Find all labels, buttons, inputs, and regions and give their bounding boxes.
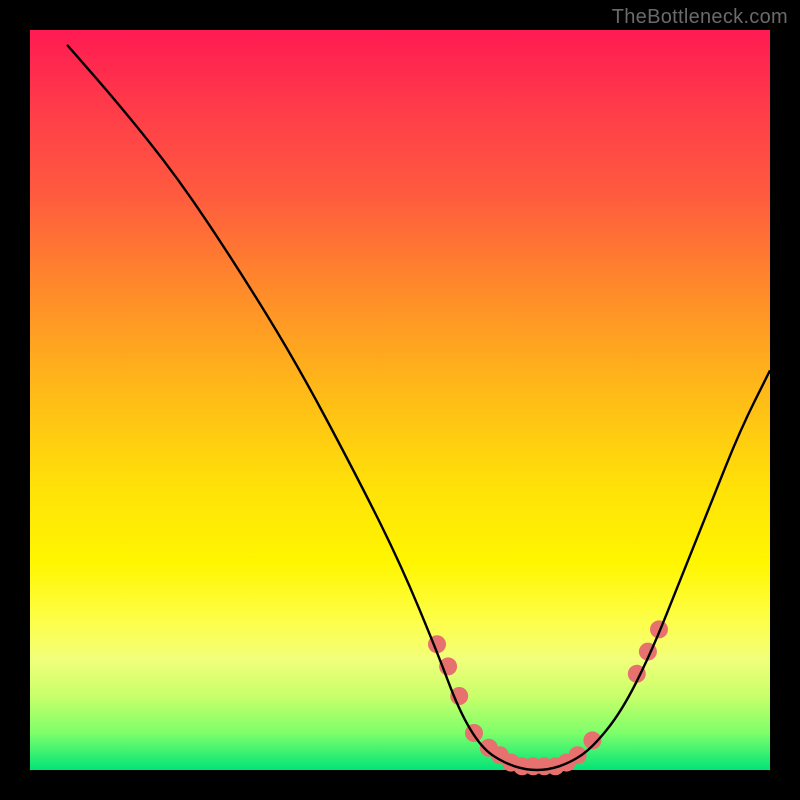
- highlight-points-group: [428, 620, 668, 775]
- watermark-text: TheBottleneck.com: [612, 6, 788, 29]
- bottleneck-curve: [67, 45, 770, 770]
- chart-svg: [30, 30, 770, 770]
- chart-frame: TheBottleneck.com: [0, 0, 800, 800]
